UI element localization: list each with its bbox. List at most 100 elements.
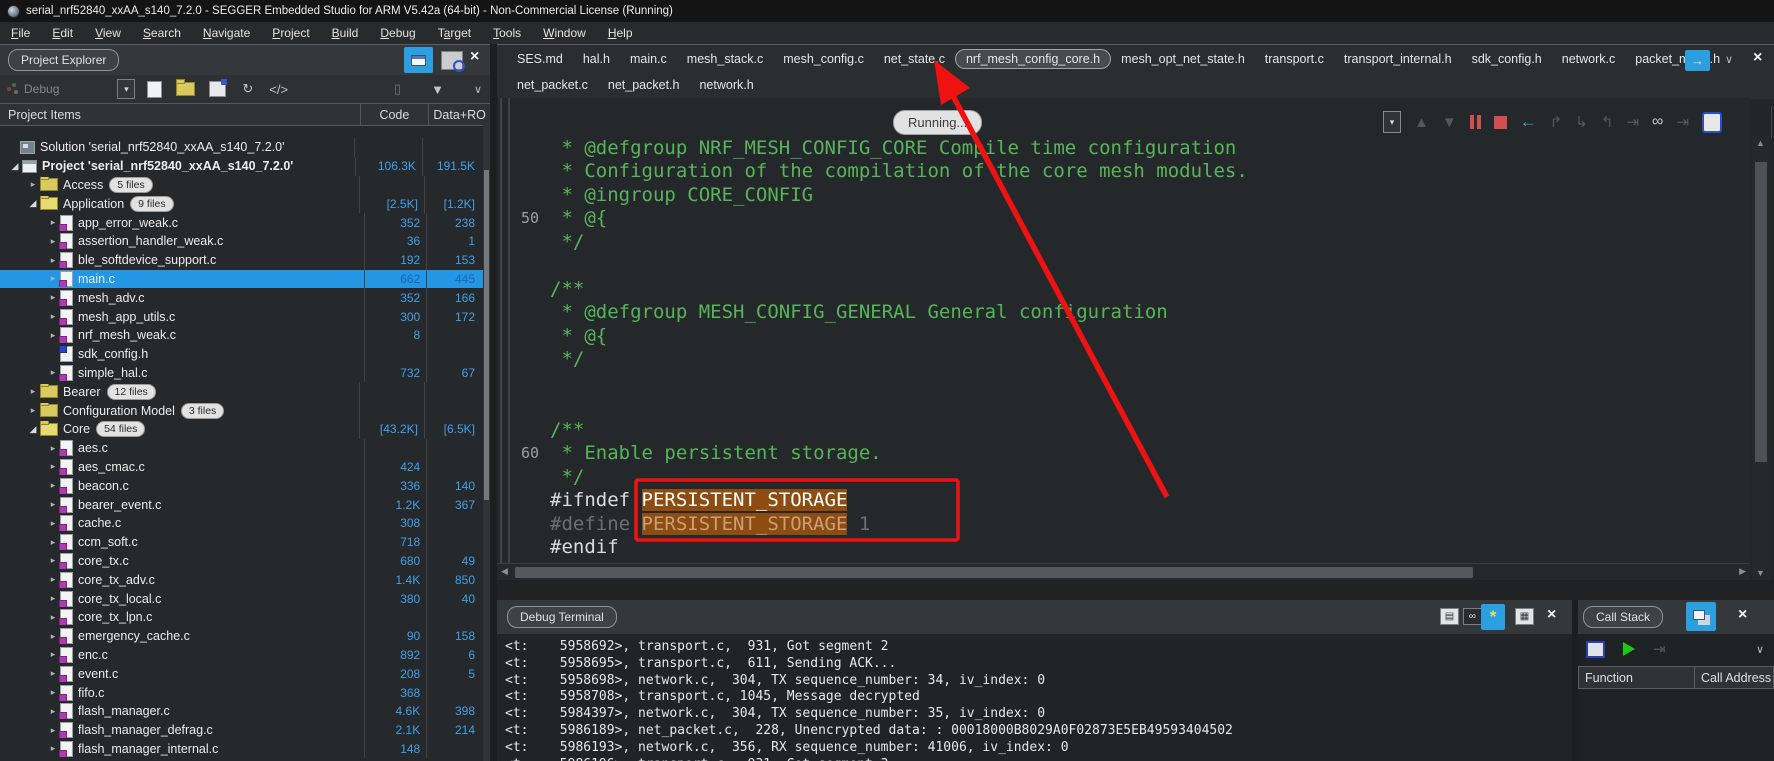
menu-search[interactable]: Search (132, 26, 192, 40)
tree-row[interactable]: ▸ app_error_weak.c 352 238 (0, 213, 483, 232)
editor-tab-hal-h[interactable]: hal.h (573, 50, 620, 68)
set-frame-icon[interactable]: ⇥ (1653, 640, 1666, 658)
expander-icon[interactable]: ▸ (46, 687, 60, 698)
tree-row[interactable]: Solution 'serial_nrf52840_xxAA_s140_7.2.… (0, 138, 483, 157)
column-project-items[interactable]: Project Items (0, 104, 360, 125)
step-back-button[interactable]: ← (1520, 112, 1537, 132)
tree-row[interactable]: ▸ event.c 208 5 (0, 664, 483, 684)
tree-row[interactable]: ▸ Configuration Model 3 files (0, 401, 483, 420)
scroll-right-icon[interactable]: ▶ (1739, 566, 1746, 577)
tree-row[interactable]: ▸ ble_softdevice_support.c 192 153 (0, 250, 483, 270)
tree-row[interactable]: ◢ Application 9 files [2.5K] [1.2K] (0, 194, 483, 214)
down-arrow-icon[interactable]: ▼ (1442, 114, 1457, 131)
tree-row[interactable]: ▸ core_tx_adv.c 1.4K 850 (0, 570, 483, 590)
tree-row[interactable]: ▸ flash_manager_internal.c 148 (0, 739, 483, 759)
expander-icon[interactable]: ▸ (46, 743, 60, 754)
step-over-button[interactable]: ↱ (1550, 113, 1563, 131)
editor-tab-mesh-opt-net-state-h[interactable]: mesh_opt_net_state.h (1111, 50, 1255, 68)
go-to-frame-icon[interactable] (1623, 642, 1635, 656)
editor-tab-net-packet-h[interactable]: net_packet.h (598, 76, 690, 94)
panel-splitter-horizontal[interactable] (497, 580, 1774, 600)
menu-tools[interactable]: Tools (482, 26, 532, 40)
close-call-stack-icon[interactable]: × (1738, 607, 1747, 623)
editor-tab-net-packet-c[interactable]: net_packet.c (507, 76, 598, 94)
column-call-address[interactable]: Call Address (1695, 666, 1774, 689)
tree-row[interactable]: ▸ enc.c 892 6 (0, 645, 483, 665)
expander-icon[interactable]: ▸ (46, 631, 60, 642)
expander-icon[interactable]: ▸ (46, 499, 60, 510)
step-out-button[interactable]: ↰ (1601, 113, 1614, 131)
tree-row[interactable]: ▸ fifo.c 368 (0, 683, 483, 702)
filter-icon[interactable]: ▼ (431, 82, 444, 97)
tree-row[interactable]: ▸ flash_manager_defrag.c 2.1K 214 (0, 720, 483, 740)
expander-icon[interactable]: ▸ (46, 537, 60, 548)
menu-debug[interactable]: Debug (369, 26, 426, 40)
tree-row[interactable]: ▸ core_tx.c 680 49 (0, 551, 483, 571)
call-stack-title[interactable]: Call Stack (1583, 606, 1664, 628)
editor-tab-mesh-config-c[interactable]: mesh_config.c (773, 50, 874, 68)
close-panel-icon[interactable]: × (470, 49, 479, 65)
menu-target[interactable]: Target (427, 26, 482, 40)
editor-tab-main-c[interactable]: main.c (620, 50, 677, 68)
log-book-icon[interactable]: ▤ (1440, 608, 1459, 625)
column-code[interactable]: Code (359, 104, 429, 125)
find-binoculars-icon[interactable]: ∞ (1463, 608, 1482, 625)
tree-row[interactable]: ▸ beacon.c 336 140 (0, 476, 483, 496)
delete-icon[interactable]: ▯ (394, 81, 401, 97)
switch-thread-icon[interactable] (1686, 602, 1716, 631)
menu-window[interactable]: Window (532, 26, 597, 40)
expander-icon[interactable]: ▸ (46, 443, 60, 454)
editor-tab-network-h[interactable]: network.h (689, 76, 763, 94)
menu-edit[interactable]: Edit (41, 26, 84, 40)
new-file-icon[interactable] (147, 80, 163, 98)
expander-icon[interactable]: ▸ (46, 555, 60, 566)
tree-row[interactable]: ▸ nrf_mesh_weak.c 8 (0, 325, 483, 345)
terminal-properties-icon[interactable]: ▦ (1515, 608, 1534, 625)
maximize-panel-icon[interactable] (404, 47, 433, 73)
editor-tab-transport-internal-h[interactable]: transport_internal.h (1334, 50, 1462, 68)
expander-icon[interactable]: ▸ (46, 593, 60, 604)
goto-location-icon[interactable]: → (1685, 50, 1710, 71)
expander-icon[interactable]: ▸ (46, 725, 60, 736)
view-source-icon[interactable]: </> (269, 82, 288, 97)
tree-row[interactable]: ▸ Access 5 files (0, 175, 483, 195)
project-tree-scrollbar[interactable] (483, 124, 490, 761)
code-editor[interactable]: * @defgroup NRF_MESH_CONFIG_CORE Compile… (497, 98, 1750, 563)
pause-button[interactable] (1469, 115, 1481, 129)
new-folder-icon[interactable] (176, 79, 196, 96)
editor-tab-packet-mesh-h[interactable]: packet_mesh.h (1625, 50, 1730, 68)
expander-icon[interactable]: ▸ (46, 273, 60, 284)
terminal-output[interactable]: <t: 5958692>, transport.c, 931, Got segm… (497, 634, 1572, 761)
tree-row[interactable]: sdk_config.h (0, 344, 483, 364)
expander-icon[interactable]: ▸ (46, 461, 60, 472)
editor-tab-nrf-mesh-config-core-h[interactable]: nrf_mesh_config_core.h (954, 49, 1112, 69)
menu-build[interactable]: Build (321, 26, 370, 40)
close-terminal-icon[interactable]: × (1547, 607, 1556, 623)
tree-row[interactable]: ▸ flash_manager.c 4.6K 398 (0, 701, 483, 721)
tree-row[interactable]: ▸ aes_cmac.c 424 (0, 457, 483, 477)
editor-tab-network-c[interactable]: network.c (1552, 50, 1626, 68)
expander-icon[interactable]: ▸ (26, 405, 40, 416)
expander-icon[interactable]: ▸ (26, 179, 40, 190)
up-arrow-icon[interactable]: ▲ (1414, 114, 1429, 131)
tree-row[interactable]: ▸ core_tx_lpn.c (0, 607, 483, 627)
scrollbar-thumb[interactable] (1755, 162, 1767, 462)
scroll-down-icon[interactable]: ▼ (1756, 568, 1765, 578)
configuration-label[interactable]: Debug (24, 82, 59, 96)
run-to-cursor-button[interactable]: ⇥ (1626, 113, 1639, 131)
editor-tab-net-state-c[interactable]: net_state.c (874, 50, 955, 68)
project-explorer-title[interactable]: Project Explorer (8, 49, 120, 71)
step-into-button[interactable]: ↳ (1575, 113, 1588, 131)
expander-icon[interactable]: ▸ (46, 311, 60, 322)
tree-row[interactable]: ▸ core_tx_local.c 380 40 (0, 589, 483, 608)
scroll-left-icon[interactable]: ◀ (501, 566, 508, 577)
editor-tab-ses-md[interactable]: SES.md (507, 50, 573, 68)
scrollbar-thumb[interactable] (484, 170, 489, 500)
find-in-explorer-icon[interactable] (441, 51, 465, 72)
watch-glasses-icon[interactable]: ∞ (1652, 113, 1663, 131)
tree-row[interactable]: ▸ Bearer 12 files (0, 382, 483, 402)
expander-icon[interactable]: ▸ (46, 480, 60, 491)
expander-icon[interactable]: ▸ (46, 706, 60, 717)
tree-row[interactable]: ▸ mesh_adv.c 352 166 (0, 288, 483, 308)
menu-project[interactable]: Project (261, 26, 320, 40)
